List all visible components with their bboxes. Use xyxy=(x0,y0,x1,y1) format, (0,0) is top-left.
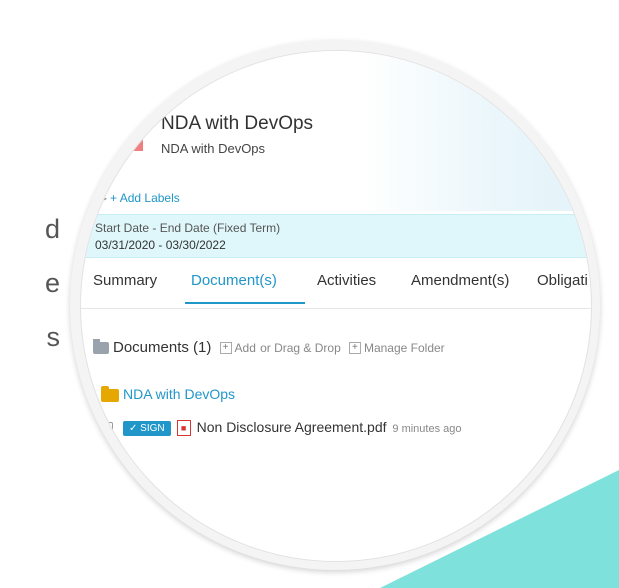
contract-title: NDA with DevOps xyxy=(161,113,314,134)
contract-subtitle: NDA with DevOps xyxy=(161,141,266,156)
cropped-text-d: d xyxy=(44,214,60,244)
tab-amendments[interactable]: Amendment(s) xyxy=(411,272,509,289)
tab-bar: Summary Document(s) Activities Amendment… xyxy=(81,264,591,309)
documents-toolbar: Documents (1) + Add or Drag & Drop + Manag… xyxy=(93,339,445,356)
tab-documents[interactable]: Document(s) xyxy=(191,272,277,289)
sign-label: SIGN xyxy=(140,422,165,434)
documents-heading: Documents (1) xyxy=(113,339,212,356)
sign-button[interactable]: ✓ SIGN xyxy=(123,420,171,436)
add-labels-text: + Add Labels xyxy=(110,191,180,205)
manage-folder-link[interactable]: Manage Folder xyxy=(364,341,445,355)
file-checkbox[interactable] xyxy=(101,422,113,435)
cropped-text-e: e xyxy=(44,268,60,298)
drag-drop-text: or Drag & Drop xyxy=(260,341,341,355)
active-tab-underline xyxy=(185,302,305,304)
add-document-link[interactable]: Add xyxy=(235,341,256,355)
document-icon-fold xyxy=(97,99,117,115)
add-labels-link[interactable]: ▸ + Add Labels xyxy=(101,191,180,205)
add-plus-icon[interactable]: + xyxy=(219,342,232,355)
folder-item[interactable]: NDA with DevOps xyxy=(101,385,235,402)
file-time: 9 minutes ago xyxy=(392,423,462,435)
documents-folder-icon xyxy=(93,339,109,355)
magnified-contract-view: NDA with DevOps NDA with DevOps ▸ + Add L… xyxy=(80,50,592,562)
tab-activities[interactable]: Activities xyxy=(317,272,376,289)
cropped-text-s: s xyxy=(46,322,61,352)
date-range-label: Start Date - End Date (Fixed Term) xyxy=(95,221,281,235)
tab-summary[interactable]: Summary xyxy=(93,272,157,289)
folder-icon xyxy=(101,385,119,402)
folder-name[interactable]: NDA with DevOps xyxy=(123,386,235,402)
manage-folder-plus-icon[interactable]: + xyxy=(348,342,361,355)
file-name[interactable]: Non Disclosure Agreement.pdf xyxy=(197,419,387,435)
pdf-icon: ■ xyxy=(176,420,191,437)
header-highlight xyxy=(361,51,591,211)
tag-icon: ▸ xyxy=(101,191,108,205)
contract-header: NDA with DevOps NDA with DevOps ▸ + Add L… xyxy=(81,51,591,211)
file-row: ✓ SIGN ■ Non Disclosure Agreement.pdf 9 mi… xyxy=(101,419,462,437)
date-range-value: 03/31/2020 - 03/30/2022 xyxy=(95,238,226,252)
tab-obligations[interactable]: Obligati xyxy=(537,272,588,289)
contract-document-icon xyxy=(97,99,143,151)
